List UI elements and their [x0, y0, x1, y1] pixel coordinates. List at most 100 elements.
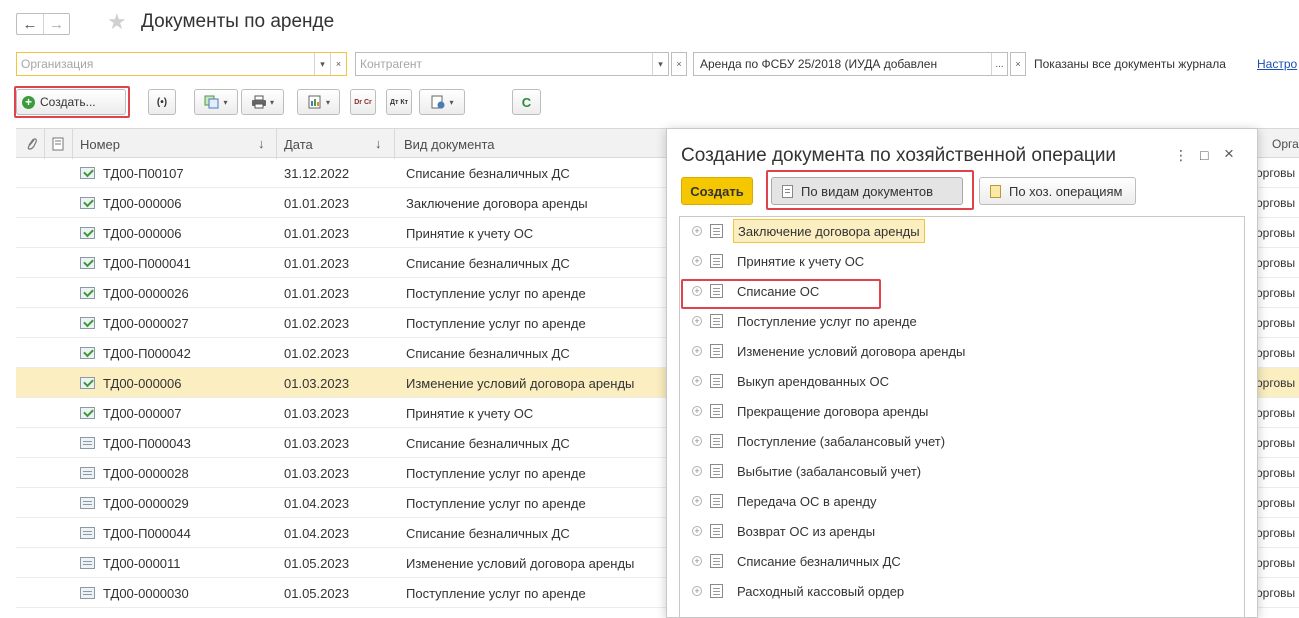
- chevron-down-icon[interactable]: ▾: [652, 53, 668, 75]
- tree-item[interactable]: + Выкуп арендованных ОС: [680, 367, 1244, 396]
- organization-filter[interactable]: Организация ▾ ×: [16, 52, 347, 76]
- tree-item[interactable]: + Поступление услуг по аренде: [680, 307, 1244, 336]
- organization-cell: орговы: [1256, 226, 1296, 240]
- organization-cell: орговы: [1256, 256, 1296, 270]
- row-number-cell: ТД00-П00107: [80, 158, 184, 188]
- tree-item[interactable]: + Расходный кассовый ордер: [680, 577, 1244, 606]
- favorite-star-icon[interactable]: ★: [107, 10, 127, 34]
- dialog-create-button[interactable]: Создать: [681, 177, 753, 205]
- expand-icon[interactable]: +: [692, 556, 702, 566]
- back-arrow-icon[interactable]: ←: [17, 14, 43, 34]
- document-date: 01.04.2023: [284, 495, 350, 511]
- organization-cell: орговы: [1256, 526, 1296, 540]
- expand-icon[interactable]: +: [692, 406, 702, 416]
- tree-item[interactable]: + Возврат ОС из аренды: [680, 517, 1244, 546]
- by-document-types-button[interactable]: По видам документов: [771, 177, 963, 205]
- tree-item[interactable]: + Списание ОС: [680, 277, 1244, 306]
- organization-filter-placeholder: Организация: [21, 57, 94, 71]
- document-attachment-icon: [431, 95, 445, 109]
- clear-icon[interactable]: ×: [330, 53, 346, 75]
- chevron-down-icon: ▾: [449, 97, 454, 107]
- column-number[interactable]: Номер: [80, 129, 120, 159]
- attachment-icon[interactable]: [26, 129, 38, 159]
- dt-kt-icon[interactable]: Дт Кт: [386, 89, 412, 115]
- dr-cr-icon[interactable]: Dr Cr: [350, 89, 376, 115]
- refresh-icon[interactable]: C: [512, 89, 541, 115]
- document-icon[interactable]: [52, 129, 64, 159]
- expand-icon[interactable]: +: [692, 316, 702, 326]
- counterparty-filter[interactable]: Контрагент ▾: [355, 52, 669, 76]
- document-icon: [710, 344, 723, 358]
- document-type: Списание безналичных ДС: [406, 525, 570, 541]
- expand-icon[interactable]: +: [692, 376, 702, 386]
- document-icon: [80, 587, 95, 599]
- expand-icon[interactable]: +: [692, 286, 702, 296]
- close-icon[interactable]: ×: [1224, 144, 1234, 164]
- row-number-cell: ТД00-П000044: [80, 518, 191, 548]
- document-type: Поступление услуг по аренде: [406, 585, 586, 601]
- tree-item[interactable]: + Списание безналичных ДС: [680, 547, 1244, 576]
- by-operations-button[interactable]: По хоз. операциям: [979, 177, 1136, 205]
- row-number-cell: ТД00-0000026: [80, 278, 189, 308]
- expand-icon[interactable]: +: [692, 526, 702, 536]
- column-type[interactable]: Вид документа: [404, 129, 495, 159]
- clear-icon[interactable]: ×: [1010, 52, 1026, 76]
- tree-item[interactable]: + Прекращение договора аренды: [680, 397, 1244, 426]
- clear-icon[interactable]: ×: [671, 52, 687, 76]
- sort-down-icon[interactable]: ↓: [375, 136, 382, 151]
- row-number-cell: ТД00-0000030: [80, 578, 189, 608]
- chevron-down-icon: ▾: [325, 97, 330, 107]
- document-date: 01.02.2023: [284, 345, 350, 361]
- expand-icon[interactable]: +: [692, 256, 702, 266]
- column-organization[interactable]: Органи: [1272, 137, 1299, 151]
- document-date: 31.12.2022: [284, 165, 350, 181]
- tree-item[interactable]: + Передача ОС в аренду: [680, 487, 1244, 516]
- report-button[interactable]: ▾: [297, 89, 340, 115]
- organization-cell: орговы: [1256, 496, 1296, 510]
- expand-icon[interactable]: +: [692, 436, 702, 446]
- document-date: 01.04.2023: [284, 525, 350, 541]
- copy-documents-icon: [204, 95, 219, 109]
- document-date: 01.01.2023: [284, 255, 350, 271]
- select-more-icon[interactable]: ...: [991, 53, 1007, 75]
- tree-item-label: Заключение договора аренды: [733, 219, 925, 243]
- maximize-icon[interactable]: □: [1200, 147, 1208, 163]
- document-type: Списание безналичных ДС: [406, 165, 570, 181]
- print-button[interactable]: ▾: [241, 89, 284, 115]
- radio-icon[interactable]: (•): [148, 89, 176, 115]
- expand-icon[interactable]: +: [692, 586, 702, 596]
- tree-item[interactable]: + Принятие к учету ОС: [680, 247, 1244, 276]
- expand-icon[interactable]: +: [692, 346, 702, 356]
- tree-item[interactable]: + Заключение договора аренды: [680, 217, 1244, 246]
- sort-down-icon[interactable]: ↓: [258, 136, 265, 151]
- expand-icon[interactable]: +: [692, 226, 702, 236]
- document-number: ТД00-П000041: [103, 255, 191, 271]
- posted-document-icon: [80, 227, 95, 239]
- organization-cell: орговы: [1256, 406, 1296, 420]
- expand-icon[interactable]: +: [692, 496, 702, 506]
- document-icon: [710, 254, 723, 268]
- posted-document-icon: [80, 257, 95, 269]
- chevron-down-icon: ▾: [223, 97, 228, 107]
- more-menu-icon[interactable]: ⋮: [1174, 147, 1188, 164]
- tree-item[interactable]: + Поступление (забалансовый учет): [680, 427, 1244, 456]
- document-number: ТД00-000006: [103, 375, 182, 391]
- forward-arrow-icon[interactable]: →: [43, 14, 69, 34]
- row-number-cell: ТД00-0000029: [80, 488, 189, 518]
- tree-item-label: Поступление услуг по аренде: [737, 314, 917, 329]
- row-number-cell: ТД00-000006: [80, 368, 181, 398]
- document-icon: [710, 464, 723, 478]
- document-types-filter[interactable]: Аренда по ФСБУ 25/2018 (ИУДА добавлен ..…: [693, 52, 1008, 76]
- document-type: Заключение договора аренды: [406, 195, 588, 211]
- tree-item[interactable]: + Изменение условий договора аренды: [680, 337, 1244, 366]
- create-button[interactable]: + Создать...: [16, 89, 126, 115]
- chevron-down-icon[interactable]: ▾: [314, 53, 330, 75]
- expand-icon[interactable]: +: [692, 466, 702, 476]
- row-number-cell: ТД00-0000028: [80, 458, 189, 488]
- attachments-button[interactable]: ▾: [419, 89, 465, 115]
- column-date[interactable]: Дата: [284, 129, 313, 159]
- organization-cell: орговы: [1256, 316, 1296, 330]
- settings-link[interactable]: Настро: [1257, 57, 1297, 71]
- copy-documents-button[interactable]: ▾: [194, 89, 238, 115]
- tree-item[interactable]: + Выбытие (забалансовый учет): [680, 457, 1244, 486]
